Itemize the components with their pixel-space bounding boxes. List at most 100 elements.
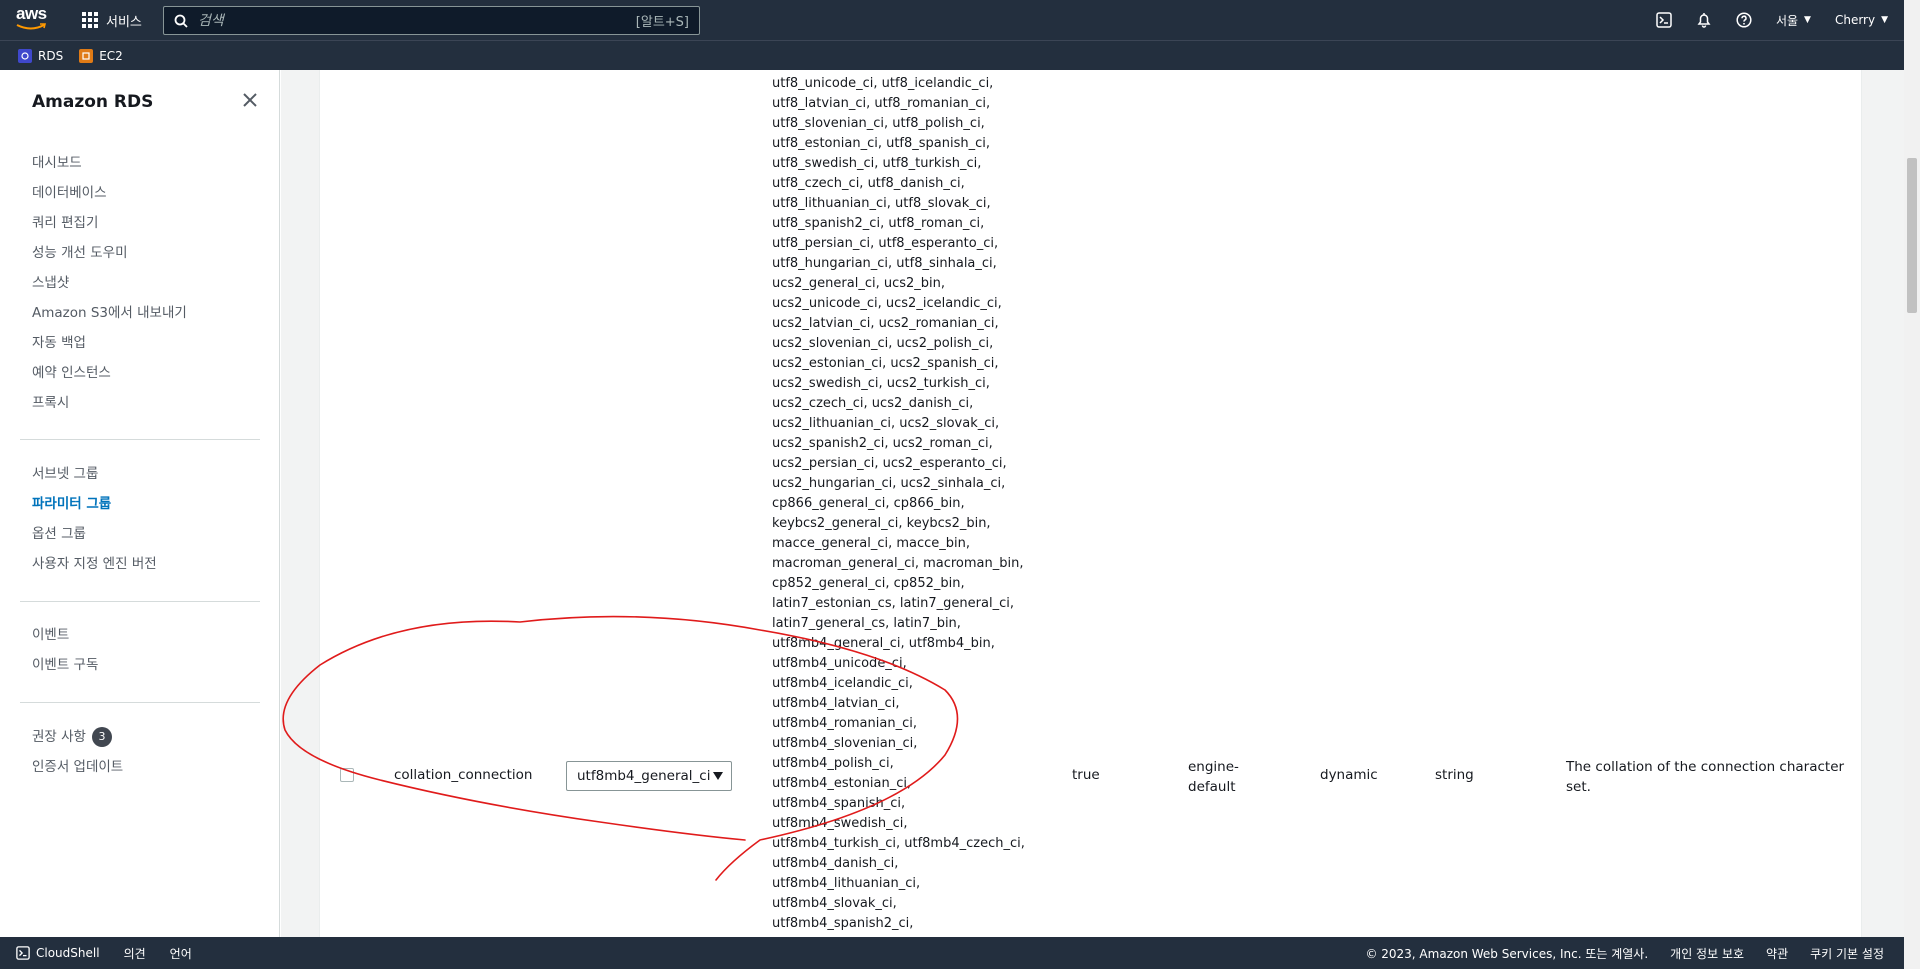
allowed-value-line: utf8_lithuanian_ci, utf8_slovak_ci,	[772, 196, 991, 211]
notifications-button[interactable]	[1684, 0, 1724, 40]
caret-down-icon: ▼	[1881, 15, 1888, 25]
aws-logo[interactable]: aws	[16, 4, 50, 32]
allowed-value-line: macroman_general_ci, macroman_bin,	[772, 556, 1024, 571]
close-icon[interactable]	[242, 92, 260, 110]
sidebar-item-label: 권장 사항	[32, 729, 86, 745]
copyright-text: © 2023, Amazon Web Services, Inc. 또는 계열사…	[1365, 946, 1649, 961]
description-line: set.	[1566, 779, 1591, 795]
sidebar-group-recommendations: 권장 사항 3 인증서 업데이트	[20, 722, 260, 782]
allowed-value-line: utf8mb4_danish_ci,	[772, 856, 899, 871]
main-content: utf8_unicode_ci, utf8_icelandic_ci, utf8_…	[281, 70, 1904, 937]
favorite-ec2[interactable]: EC2	[79, 48, 123, 63]
side-navigation: Amazon RDS 대시보드 데이터베이스 쿼리 편집기 성능 개선 도우미 …	[0, 70, 280, 937]
row-checkbox[interactable]	[340, 768, 354, 782]
sidebar-item-event-subscriptions[interactable]: 이벤트 구독	[20, 650, 260, 680]
footer: CloudShell 의견 언어 © 2023, Amazon Web Serv…	[0, 937, 1904, 969]
description-value: The collation of the connection characte…	[1566, 757, 1844, 797]
allowed-value-line: utf8mb4_unicode_ci,	[772, 656, 907, 671]
sidebar-item-dashboard[interactable]: 대시보드	[20, 148, 260, 178]
allowed-value-line: utf8mb4_romanian_ci,	[772, 716, 917, 731]
language-link[interactable]: 언어	[170, 945, 192, 962]
sidebar-item-performance-insights[interactable]: 성능 개선 도우미	[20, 238, 260, 268]
allowed-value-line: utf8mb4_polish_ci,	[772, 756, 894, 771]
allowed-value-line: ucs2_spanish2_ci, ucs2_roman_ci,	[772, 436, 993, 451]
sidebar-item-reserved-instances[interactable]: 예약 인스턴스	[20, 358, 260, 388]
caret-down-icon: ▼	[1804, 15, 1811, 25]
apply-type-value: dynamic	[1320, 767, 1378, 783]
allowed-value-line: utf8_estonian_ci, utf8_spanish_ci,	[772, 136, 991, 151]
allowed-value-line: ucs2_hungarian_ci, ucs2_sinhala_ci,	[772, 476, 1006, 491]
allowed-value-line: utf8_unicode_ci, utf8_icelandic_ci,	[772, 76, 994, 91]
allowed-value-line: utf8_slovenian_ci, utf8_polish_ci,	[772, 116, 985, 131]
search-input[interactable]	[198, 12, 636, 29]
allowed-values-cell: utf8_unicode_ci, utf8_icelandic_ci, utf8_…	[772, 74, 1062, 934]
allowed-value-line: utf8_latvian_ci, utf8_romanian_ci,	[772, 96, 991, 111]
account-menu[interactable]: Cherry ▼	[1823, 0, 1904, 40]
source-line: engine-	[1188, 759, 1239, 775]
services-menu-button[interactable]: 서비스	[82, 0, 142, 40]
sidebar-group-events: 이벤트 이벤트 구독	[20, 620, 260, 680]
sidebar-item-proxies[interactable]: 프록시	[20, 388, 260, 418]
allowed-value-line: utf8mb4_slovak_ci,	[772, 896, 897, 911]
grid-icon	[82, 12, 98, 28]
feedback-link[interactable]: 의견	[124, 945, 146, 962]
sidebar-divider	[20, 702, 260, 703]
data-type-value: string	[1435, 767, 1474, 783]
search-icon	[174, 14, 188, 28]
allowed-value-line: utf8mb4_lithuanian_ci,	[772, 876, 921, 891]
sidebar-item-databases[interactable]: 데이터베이스	[20, 178, 260, 208]
sidebar-item-certificate-update[interactable]: 인증서 업데이트	[20, 752, 260, 782]
sidebar-title: Amazon RDS	[32, 92, 154, 112]
sidebar-item-query-editor[interactable]: 쿼리 편집기	[20, 208, 260, 238]
sidebar-item-parameter-groups[interactable]: 파라미터 그룹	[20, 489, 260, 519]
cloudshell-icon	[1656, 12, 1672, 28]
allowed-value-line: utf8mb4_turkish_ci, utf8mb4_czech_ci,	[772, 836, 1025, 851]
allowed-value-line: utf8_hungarian_ci, utf8_sinhala_ci,	[772, 256, 997, 271]
allowed-value-line: utf8mb4_slovenian_ci,	[772, 736, 918, 751]
scrollbar-thumb[interactable]	[1907, 158, 1917, 313]
allowed-value-line: utf8mb4_estonian_ci,	[772, 776, 912, 791]
cloudshell-icon-button[interactable]	[1644, 0, 1684, 40]
allowed-value-line: latin7_estonian_cs, latin7_general_ci,	[772, 596, 1014, 611]
sidebar-item-recommendations[interactable]: 권장 사항 3	[20, 722, 260, 752]
sidebar-item-automated-backups[interactable]: 자동 백업	[20, 328, 260, 358]
allowed-value-line: ucs2_latvian_ci, ucs2_romanian_ci,	[772, 316, 999, 331]
region-selector[interactable]: 서울 ▼	[1764, 0, 1823, 40]
allowed-value-line: utf8mb4_general_ci, utf8mb4_bin,	[772, 636, 995, 651]
allowed-value-line: cp852_general_ci, cp852_bin,	[772, 576, 965, 591]
sidebar-item-subnet-groups[interactable]: 서브넷 그룹	[20, 459, 260, 489]
allowed-value-line: utf8mb4_spanish_ci,	[772, 796, 906, 811]
modifiable-value: true	[1072, 767, 1100, 783]
allowed-value-line: ucs2_estonian_ci, ucs2_spanish_ci,	[772, 356, 999, 371]
sidebar-item-events[interactable]: 이벤트	[20, 620, 260, 650]
region-label: 서울	[1775, 13, 1799, 28]
aws-logo-text: aws	[16, 4, 47, 23]
sidebar-item-exports-s3[interactable]: Amazon S3에서 내보내기	[20, 298, 260, 328]
page-scrollbar[interactable]	[1904, 0, 1920, 969]
allowed-value-line: ucs2_general_ci, ucs2_bin,	[772, 276, 946, 291]
help-button[interactable]	[1724, 0, 1764, 40]
sidebar-item-custom-engine-versions[interactable]: 사용자 지정 엔진 버전	[20, 549, 260, 579]
favorite-label: EC2	[99, 48, 123, 63]
allowed-value-line: latin7_general_cs, latin7_bin,	[772, 616, 961, 631]
allowed-value-line: ucs2_czech_ci, ucs2_danish_ci,	[772, 396, 974, 411]
aws-smile-icon	[16, 23, 46, 30]
cookie-preferences-link[interactable]: 쿠키 기본 설정	[1810, 945, 1884, 962]
privacy-link[interactable]: 개인 정보 보호	[1670, 945, 1744, 962]
allowed-value-line: utf8mb4_spanish2_ci,	[772, 916, 914, 931]
value-select[interactable]: utf8mb4_general_ci	[566, 761, 732, 791]
bell-icon	[1697, 13, 1711, 28]
terms-link[interactable]: 약관	[1766, 945, 1788, 962]
sidebar-item-snapshots[interactable]: 스냅샷	[20, 268, 260, 298]
top-navigation: aws 서비스 [알트+S]	[0, 0, 1904, 40]
sidebar-group-config: 서브넷 그룹 파라미터 그룹 옵션 그룹 사용자 지정 엔진 버전	[20, 459, 260, 579]
count-badge: 3	[91, 727, 112, 747]
sidebar-item-option-groups[interactable]: 옵션 그룹	[20, 519, 260, 549]
allowed-value-line: keybcs2_general_ci, keybcs2_bin,	[772, 516, 991, 531]
search-box[interactable]: [알트+S]	[163, 6, 700, 35]
value-select-label: utf8mb4_general_ci	[577, 768, 711, 784]
favorite-rds[interactable]: RDS	[18, 48, 63, 63]
allowed-value-line: utf8_swedish_ci, utf8_turkish_ci,	[772, 156, 982, 171]
cloudshell-button[interactable]: CloudShell	[16, 946, 100, 960]
caret-down-icon	[713, 772, 723, 780]
